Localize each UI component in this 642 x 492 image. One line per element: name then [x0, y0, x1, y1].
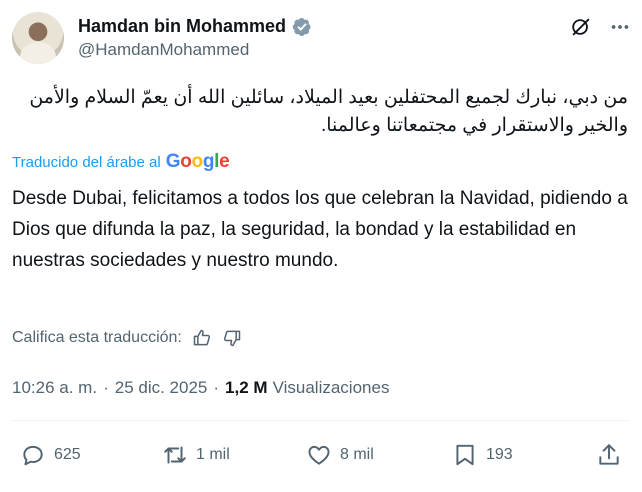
thumbs-down-icon[interactable] [222, 328, 242, 348]
avatar[interactable] [12, 12, 64, 64]
share-icon [599, 444, 619, 465]
repost-count: 1 mil [196, 446, 230, 463]
meta-separator: · [213, 378, 220, 397]
bookmark-count: 193 [486, 446, 513, 463]
post-meta: 10:26 a. m. · 25 dic. 2025 · 1,2 M Visua… [12, 378, 389, 398]
views-label[interactable]: Visualizaciones [273, 378, 390, 398]
like-button[interactable]: 8 mil [306, 442, 374, 468]
like-count: 8 mil [340, 446, 374, 463]
divider [12, 420, 630, 421]
bookmark-button[interactable]: 193 [452, 442, 513, 468]
reply-count: 625 [54, 446, 81, 463]
rate-label: Califica esta traducción: [12, 329, 182, 346]
author-name-row: Hamdan bin Mohammed [78, 16, 312, 37]
verified-badge-icon[interactable] [292, 17, 312, 37]
share-button[interactable] [596, 442, 622, 468]
more-icon[interactable] [608, 16, 632, 38]
repost-icon [164, 446, 186, 464]
post-header: Hamdan bin Mohammed @HamdanMohammed [12, 10, 632, 66]
thumbs-up-icon[interactable] [192, 328, 212, 348]
meta-separator: · [103, 378, 109, 397]
rate-translation: Califica esta traducción: [12, 328, 242, 348]
views-count[interactable]: 1,2 M [225, 378, 268, 398]
google-logo: Google [165, 151, 230, 172]
post-text-translation: Desde Dubai, felicitamos a todos los que… [12, 188, 628, 271]
author-name[interactable]: Hamdan bin Mohammed [78, 16, 286, 37]
post-date[interactable]: 25 dic. 2025 [115, 378, 208, 398]
like-icon [308, 445, 330, 465]
author-handle[interactable]: @HamdanMohammed [78, 40, 249, 60]
action-bar: 625 1 mil 8 mil 193 [12, 442, 630, 470]
grok-icon[interactable] [570, 16, 592, 38]
translation-attribution[interactable]: Traducido del árabe al Google [12, 151, 230, 173]
bookmark-icon [456, 444, 474, 466]
reply-button[interactable]: 625 [20, 442, 81, 468]
post-time[interactable]: 10:26 a. m. [12, 378, 97, 398]
reply-icon [23, 445, 43, 466]
repost-button[interactable]: 1 mil [162, 442, 230, 468]
translated-label[interactable]: Traducido del árabe al [12, 154, 161, 171]
post-text-original: من دبي، نبارك لجميع المحتفلين بعيد الميل… [29, 87, 628, 136]
